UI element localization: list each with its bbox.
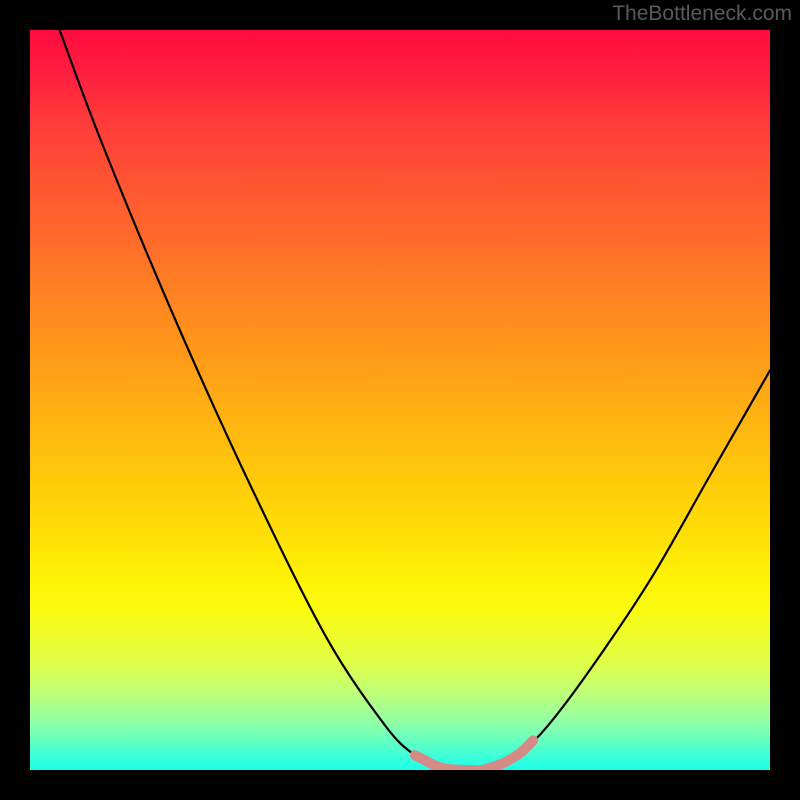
chart-plot-area <box>30 30 770 770</box>
optimal-region-highlight <box>415 740 533 770</box>
curve-line <box>60 30 770 770</box>
bottleneck-curve <box>30 30 770 770</box>
watermark-text: TheBottleneck.com <box>612 2 792 26</box>
